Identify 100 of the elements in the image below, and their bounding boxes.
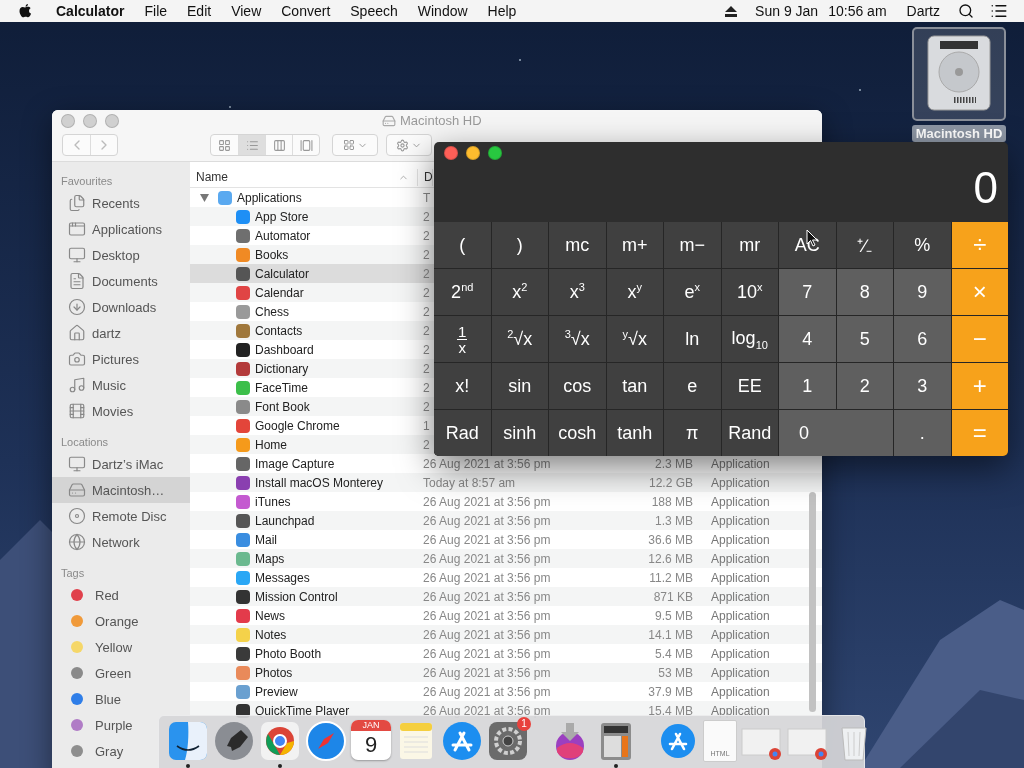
calculator-key[interactable]: ln	[664, 316, 721, 362]
calculator-key[interactable]: m+	[606, 222, 663, 268]
calendar-icon[interactable]: JAN 9	[351, 720, 391, 760]
disclosure-triangle[interactable]	[200, 193, 209, 202]
calculator-key[interactable]: e	[664, 363, 721, 409]
sidebar-item[interactable]: Pictures	[52, 346, 190, 372]
calculator-key[interactable]: Rand	[721, 410, 778, 456]
tag-item[interactable]: Gray	[52, 738, 128, 764]
calculator-key[interactable]: $^{3}$√x	[549, 316, 606, 362]
search-icon[interactable]	[958, 3, 974, 19]
gear-icon[interactable]	[487, 720, 529, 762]
calculator-key[interactable]: π	[664, 410, 721, 456]
menu-item[interactable]: View	[221, 3, 272, 19]
column-header[interactable]: Name	[190, 168, 418, 186]
calculator-key[interactable]: cos	[549, 363, 606, 409]
calculator-key[interactable]: m−	[664, 222, 721, 268]
calculator-key[interactable]: 3	[894, 363, 951, 409]
calculator-key[interactable]: sinh	[491, 410, 548, 456]
hard-drive-icon	[382, 113, 396, 128]
rocket-icon[interactable]	[213, 720, 255, 762]
menu-clock[interactable]: 10:56 am	[828, 3, 897, 19]
calculator-key[interactable]: x$^{2}$	[491, 269, 548, 315]
desktop-disk-tile[interactable]	[912, 27, 1006, 121]
browser-icon[interactable]	[259, 720, 301, 762]
menu-icon[interactable]	[990, 2, 1008, 20]
calculator-key[interactable]: %	[894, 222, 951, 268]
calculator-key[interactable]: 10$^{x}$	[721, 269, 778, 315]
menu-item[interactable]: Speech	[340, 3, 408, 19]
calculator-key[interactable]: x$^{3}$	[549, 269, 606, 315]
eject-icon[interactable]	[725, 5, 738, 17]
calculator-key[interactable]: tanh	[606, 410, 663, 456]
calculator-key[interactable]: 7	[779, 269, 836, 315]
date-cell-text: Today at 8:57 am	[422, 475, 517, 490]
menu-item[interactable]: Edit	[177, 3, 222, 19]
app-store-icon[interactable]	[441, 720, 483, 762]
tag-item[interactable]: Blue	[52, 686, 126, 712]
calculator-key[interactable]: 6	[894, 316, 951, 362]
sidebar-item[interactable]: Applications	[52, 216, 190, 242]
sidebar-item[interactable]: Remote Disc	[52, 503, 190, 529]
calculator-key[interactable]: mr	[721, 222, 778, 268]
calculator-key[interactable]: e$^{x}$	[664, 269, 721, 315]
app-menu[interactable]: Calculator	[46, 3, 135, 19]
user-menu[interactable]: Dartz	[896, 3, 950, 19]
calculator-key[interactable]: tan	[606, 363, 663, 409]
sidebar-item[interactable]: Macintosh…	[52, 477, 190, 503]
calculator-key[interactable]: log$_{10}$	[721, 316, 778, 362]
menu-item[interactable]: Window	[407, 3, 478, 19]
menu-item[interactable]: Help	[477, 3, 527, 19]
apple-logo-icon[interactable]	[18, 3, 32, 19]
sidebar-item[interactable]: Movies	[52, 398, 190, 424]
calculator-key[interactable]: 4	[779, 316, 836, 362]
menu-item[interactable]: File	[134, 3, 178, 19]
calculator-key[interactable]: 2	[836, 363, 893, 409]
sidebar-item[interactable]: Recents	[52, 190, 190, 216]
sidebar-item[interactable]: Desktop	[52, 242, 190, 268]
calculator-key[interactable]: EE	[721, 363, 778, 409]
face-icon[interactable]	[167, 720, 209, 762]
calculator-key[interactable]: $^{y}$√x	[606, 316, 663, 362]
sidebar-item[interactable]: Music	[52, 372, 190, 398]
date-cell-text: 26 Aug 2021 at 3:56 pm	[422, 494, 552, 509]
calculator-key[interactable]: 8	[836, 269, 893, 315]
tag-item[interactable]: Purple	[52, 712, 137, 738]
zoom-button[interactable]	[488, 146, 502, 160]
calculator-key[interactable]: 2$^{nd}$	[434, 269, 491, 315]
calculator-key[interactable]: 0	[779, 410, 893, 456]
close-button[interactable]	[444, 146, 458, 160]
calculator-key[interactable]: x$^{y}$	[606, 269, 663, 315]
compass-icon[interactable]	[305, 720, 347, 762]
tag-item[interactable]: Red	[52, 582, 123, 608]
calculator-key[interactable]: 5	[836, 316, 893, 362]
calculator-key[interactable]: Rad	[434, 410, 491, 456]
file-name: Home	[255, 437, 287, 452]
scrollbar-thumb[interactable]	[809, 492, 816, 712]
sidebar-item[interactable]: Documents	[52, 268, 190, 294]
sidebar-item[interactable]: Network	[52, 529, 190, 555]
calculator-key[interactable]: 1 x	[434, 316, 491, 362]
calculator-key[interactable]: 1	[779, 363, 836, 409]
calculator-key[interactable]: sin	[491, 363, 548, 409]
kind-cell-text: Application	[710, 589, 770, 604]
date-cell-text: 26 Aug 2021 at 3:56 pm	[422, 646, 552, 661]
calculator-key[interactable]: ⁺∕₋	[836, 222, 893, 268]
sidebar-item[interactable]: Dartz’s iMac	[52, 451, 190, 477]
menu-date[interactable]: Sun 9 Jan	[745, 3, 829, 19]
file-name: iTunes	[255, 494, 291, 509]
minimize-button[interactable]	[466, 146, 480, 160]
calculator-key[interactable]: mc	[549, 222, 606, 268]
column-header[interactable]: D	[418, 168, 433, 186]
sidebar-item[interactable]: dartz	[52, 320, 190, 346]
calculator-key[interactable]: (	[434, 222, 491, 268]
calculator-key[interactable]: x!	[434, 363, 491, 409]
calculator-key[interactable]: )	[491, 222, 548, 268]
calculator-key[interactable]: $^{2}$√x	[491, 316, 548, 362]
calculator-key[interactable]: .	[894, 410, 951, 456]
menu-item[interactable]: Convert	[271, 3, 341, 19]
tag-item[interactable]: Green	[52, 660, 136, 686]
calculator-key[interactable]: cosh	[549, 410, 606, 456]
tag-item[interactable]: Yellow	[52, 634, 137, 660]
calculator-key[interactable]: 9	[894, 269, 951, 315]
tag-item[interactable]: Orange	[52, 608, 143, 634]
sidebar-item[interactable]: Downloads	[52, 294, 190, 320]
